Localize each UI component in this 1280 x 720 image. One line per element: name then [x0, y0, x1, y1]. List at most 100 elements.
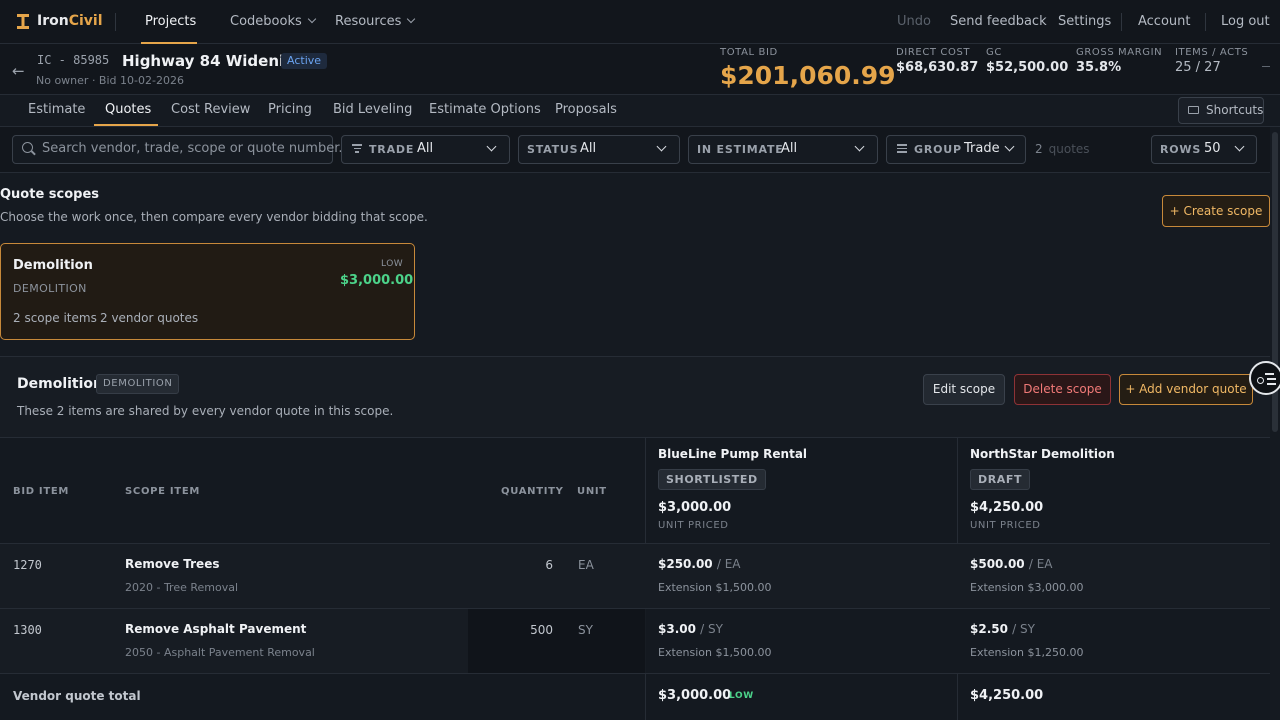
edit-scope-button[interactable]: Edit scope	[923, 374, 1005, 405]
rows-value: 50	[1204, 141, 1221, 156]
delete-scope-button[interactable]: Delete scope	[1014, 374, 1111, 405]
nav-resources[interactable]: Resources	[335, 14, 416, 29]
items-acts-label: ITEMS / ACTS	[1175, 47, 1249, 58]
nav-codebooks-label: Codebooks	[230, 14, 302, 29]
quote-scopes-title: Quote scopes	[0, 187, 100, 202]
unit-price: $250.00 / EA	[658, 557, 741, 571]
row-hover-cell	[468, 609, 645, 673]
unit-value: EA	[578, 558, 594, 572]
nav-projects[interactable]: Projects	[145, 14, 196, 29]
low-bid-tag: LOW	[729, 691, 754, 701]
unit-price-unit: / EA	[716, 557, 741, 571]
col-unit[interactable]: UNIT	[577, 486, 607, 497]
scope-card-quotes: 2 vendor quotes	[100, 311, 199, 325]
extension-value: Extension $1,500.00	[658, 581, 772, 594]
vendor-name[interactable]: BlueLine Pump Rental	[658, 447, 807, 461]
scope-card-low-label: LOW	[381, 259, 404, 269]
brand-name-civil: Civil	[68, 13, 103, 29]
scope-item-code: 2020 - Tree Removal	[125, 581, 239, 594]
back-arrow-icon[interactable]: ←	[12, 62, 25, 80]
tab-estimate[interactable]: Estimate	[28, 102, 85, 117]
brand-logo[interactable]: IronCivil	[37, 13, 103, 29]
group-list-icon	[897, 144, 907, 155]
vendor-total: $3,000.00	[658, 500, 732, 515]
chevron-down-icon	[407, 14, 416, 24]
unit-price-amount: $3.00	[658, 622, 696, 636]
logout-link[interactable]: Log out	[1221, 14, 1270, 29]
scope-card-title: Demolition	[13, 258, 93, 273]
tab-proposals[interactable]: Proposals	[555, 102, 617, 117]
chevron-down-icon	[307, 14, 316, 24]
gc-label: GC	[986, 47, 1002, 58]
unit-price-amount: $250.00	[658, 557, 713, 571]
scope-detail-badge: DEMOLITION	[96, 374, 180, 394]
bid-item-number: 1300	[13, 623, 42, 637]
vendor-total-amount: $3,000.00	[658, 688, 732, 703]
tab-estimate-options[interactable]: Estimate Options	[429, 102, 541, 117]
floating-settings-button[interactable]	[1249, 361, 1280, 395]
project-name: Highway 84 Widening	[122, 52, 306, 70]
create-scope-button[interactable]: + Create scope	[1162, 195, 1270, 227]
direct-cost-value: $68,630.87	[896, 60, 979, 75]
unit-value: SY	[578, 623, 593, 637]
tab-bid-leveling[interactable]: Bid Leveling	[333, 102, 412, 117]
account-link[interactable]: Account	[1138, 14, 1191, 29]
quote-count-word: quotes	[1048, 142, 1090, 156]
nav-divider	[115, 13, 116, 31]
vendor-status-badge: DRAFT	[970, 469, 1031, 490]
quantity-value: 6	[545, 558, 553, 572]
quote-scopes-subtitle: Choose the work once, then compare every…	[0, 210, 428, 224]
add-vendor-quote-button[interactable]: + Add vendor quote	[1119, 374, 1253, 405]
nav-codebooks[interactable]: Codebooks	[230, 14, 316, 29]
scope-item-code: 2050 - Asphalt Pavement Removal	[125, 646, 315, 659]
filter-icon	[352, 144, 362, 155]
collapse-header-icon[interactable]	[1262, 66, 1270, 67]
status-badge: Active	[281, 53, 328, 69]
status-filter-value: All	[580, 141, 597, 156]
extension-value: Extension $1,500.00	[658, 646, 772, 659]
col-scope-item[interactable]: SCOPE ITEM	[125, 486, 200, 497]
col-quantity[interactable]: QUANTITY	[501, 486, 564, 497]
direct-cost-label: DIRECT COST	[896, 47, 971, 58]
row-hover-cell	[646, 609, 1270, 673]
tab-pricing[interactable]: Pricing	[268, 102, 312, 117]
items-acts-value: 25 / 27	[1175, 60, 1221, 75]
group-value: Trade	[964, 141, 1000, 156]
vendor-total-label: Vendor quote total	[13, 689, 141, 703]
unit-price: $3.00 / SY	[658, 622, 723, 636]
extension-value: Extension $1,250.00	[970, 646, 1084, 659]
table-row[interactable]	[0, 544, 1270, 609]
bid-item-number: 1270	[13, 558, 42, 572]
undo-button[interactable]: Undo	[897, 14, 931, 29]
rows-label: ROWS	[1160, 143, 1202, 156]
total-bid-label: TOTAL BID	[720, 47, 778, 58]
scope-card-items: 2 scope items	[13, 311, 97, 325]
col-bid-item[interactable]: BID ITEM	[13, 486, 69, 497]
scope-detail-subtitle: These 2 items are shared by every vendor…	[17, 404, 394, 418]
project-subtitle: No owner · Bid 10-02-2026	[36, 74, 184, 87]
trade-filter-value: All	[417, 141, 434, 156]
vendor-pricing-type: UNIT PRICED	[658, 520, 729, 531]
gross-margin-value: 35.8%	[1076, 60, 1122, 75]
trade-filter-label: TRADE	[369, 143, 415, 156]
quote-count: 2 quotes	[1035, 142, 1090, 156]
unit-price: $2.50 / SY	[970, 622, 1035, 636]
send-feedback-link[interactable]: Send feedback	[950, 14, 1047, 29]
in-estimate-filter-label: IN ESTIMATE	[697, 143, 784, 156]
tab-cost-review[interactable]: Cost Review	[171, 102, 250, 117]
brand-name-iron: Iron	[37, 13, 69, 29]
column-divider	[645, 674, 646, 720]
scope-item-name: Remove Trees	[125, 557, 220, 571]
gross-margin-label: GROSS MARGIN	[1076, 47, 1163, 58]
keyboard-icon	[1188, 106, 1199, 114]
unit-price-unit: / SY	[1012, 622, 1035, 636]
settings-link[interactable]: Settings	[1058, 14, 1111, 29]
unit-price-unit: / EA	[1028, 557, 1053, 571]
ironcivil-logo-icon	[17, 14, 29, 29]
vendor-name[interactable]: NorthStar Demolition	[970, 447, 1115, 461]
tab-quotes[interactable]: Quotes	[105, 102, 151, 117]
status-filter-label: STATUS	[527, 143, 579, 156]
extension-value: Extension $3,000.00	[970, 581, 1084, 594]
column-divider	[957, 674, 958, 720]
tab-active-indicator	[94, 124, 158, 126]
